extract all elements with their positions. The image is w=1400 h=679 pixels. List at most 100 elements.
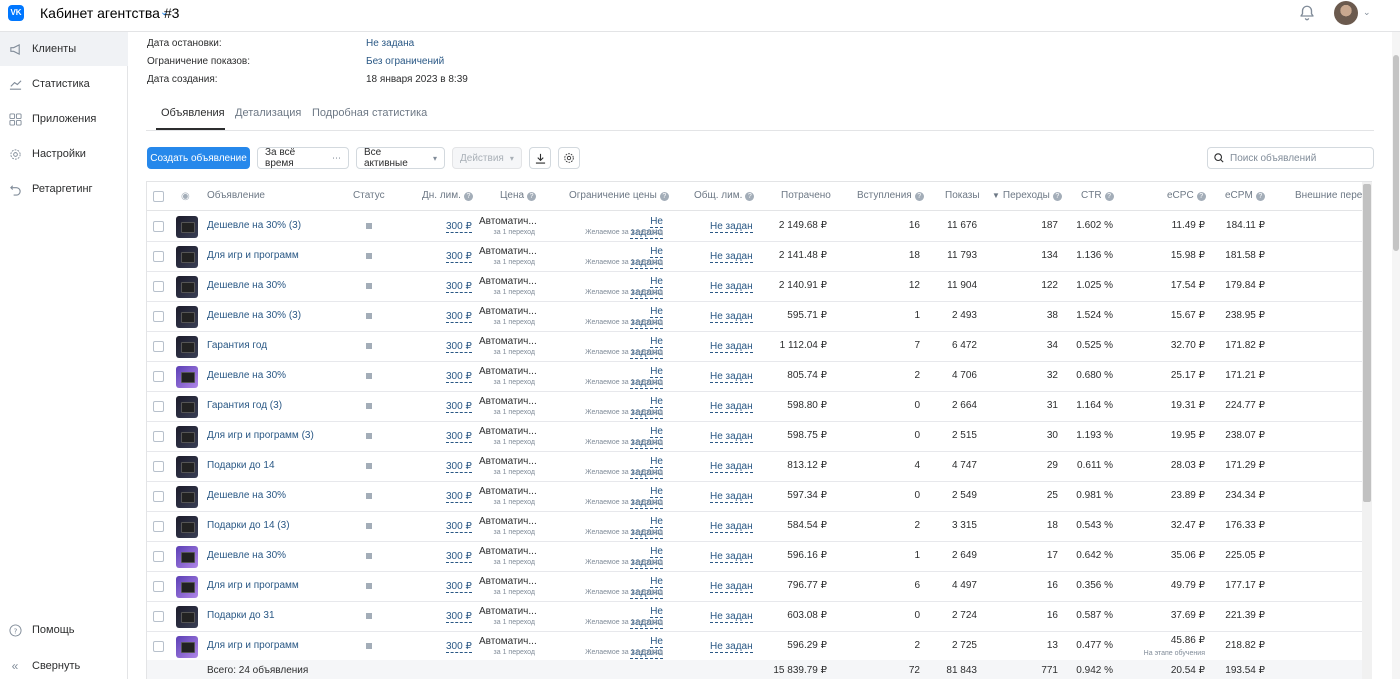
select-all-checkbox[interactable] [153, 191, 164, 202]
ad-thumbnail[interactable] [176, 396, 198, 418]
price-value[interactable]: Автоматич... [479, 636, 537, 647]
download-button[interactable] [529, 147, 551, 169]
status-indicator[interactable] [366, 553, 372, 559]
ad-name-link[interactable]: Дешевле на 30% [207, 370, 286, 381]
ad-name-link[interactable]: Дешевле на 30% (3) [207, 310, 301, 321]
day-limit-link[interactable]: 300 ₽ [446, 611, 472, 623]
ad-thumbnail[interactable] [176, 576, 198, 598]
status-indicator[interactable] [366, 433, 372, 439]
price-value[interactable]: Автоматич... [479, 366, 537, 377]
col-price-limit[interactable]: Ограничение цены? [569, 190, 669, 201]
col-ctr[interactable]: CTR? [1081, 190, 1114, 201]
eye-icon[interactable]: ◉ [181, 191, 190, 202]
help-icon[interactable]: ? [1104, 192, 1114, 201]
sidebar-item-apps[interactable]: Приложения [0, 102, 128, 136]
col-impressions[interactable]: Показы [945, 190, 980, 201]
day-limit-link[interactable]: 300 ₽ [446, 221, 472, 233]
row-checkbox[interactable] [153, 491, 164, 502]
ad-name-link[interactable]: Для игр и программ [207, 640, 299, 651]
ad-thumbnail[interactable] [176, 516, 198, 538]
settings-button[interactable] [558, 147, 580, 169]
search-input[interactable] [1230, 152, 1370, 164]
table-row[interactable]: Дешевле на 30% 300 ₽ Автоматич... за 1 пере… [147, 482, 1372, 512]
row-checkbox[interactable] [153, 461, 164, 472]
status-indicator[interactable] [366, 613, 372, 619]
table-row[interactable]: Подарки до 14 (3) 300 ₽ Автоматич... за 1 п… [147, 512, 1372, 542]
table-row[interactable]: Гарантия год (3) 300 ₽ Автоматич... за 1 пе… [147, 392, 1372, 422]
period-select[interactable]: За всё время ⋯ [257, 147, 349, 169]
price-value[interactable]: Автоматич... [479, 456, 537, 467]
ad-thumbnail[interactable] [176, 486, 198, 508]
price-value[interactable]: Автоматич... [479, 426, 537, 437]
col-spent[interactable]: Потрачено [781, 190, 831, 201]
ad-thumbnail[interactable] [176, 546, 198, 568]
ad-thumbnail[interactable] [176, 456, 198, 478]
help-icon[interactable]: ? [527, 192, 537, 201]
row-checkbox[interactable] [153, 431, 164, 442]
sidebar-item-retargeting[interactable]: Ретаргетинг [0, 172, 128, 206]
status-indicator[interactable] [366, 463, 372, 469]
ad-thumbnail[interactable] [176, 606, 198, 628]
day-limit-link[interactable]: 300 ₽ [446, 311, 472, 323]
col-ad[interactable]: Объявление [207, 190, 265, 201]
ad-thumbnail[interactable] [176, 336, 198, 358]
table-scrollbar-thumb[interactable] [1363, 184, 1371, 502]
row-checkbox[interactable] [153, 581, 164, 592]
table-row[interactable]: Дешевле на 30% (3) 300 ₽ Автоматич... за 1 … [147, 212, 1372, 242]
day-limit-link[interactable]: 300 ₽ [446, 551, 472, 563]
tab-details[interactable]: Детализация [235, 107, 301, 119]
sidebar-item-statistics[interactable]: Статистика [0, 67, 128, 101]
ad-name-link[interactable]: Гарантия год [207, 340, 267, 351]
day-limit-link[interactable]: 300 ₽ [446, 581, 472, 593]
cabinet-title[interactable]: Кабинет агентства #3 [40, 5, 179, 21]
ad-name-link[interactable]: Для игр и программ [207, 580, 299, 591]
ad-name-link[interactable]: Дешевле на 30% [207, 550, 286, 561]
ad-thumbnail[interactable] [176, 246, 198, 268]
status-indicator[interactable] [366, 283, 372, 289]
row-checkbox[interactable] [153, 641, 164, 652]
tab-ads[interactable]: Объявления [161, 107, 225, 119]
sidebar-item-help[interactable]: ? Помощь [0, 613, 128, 647]
col-daylim[interactable]: Дн. лим.? [422, 190, 473, 201]
ad-name-link[interactable]: Дешевле на 30% [207, 280, 286, 291]
create-ad-button[interactable]: Создать объявление [147, 147, 250, 169]
status-indicator[interactable] [366, 373, 372, 379]
sidebar-item-settings[interactable]: Настройки [0, 137, 128, 171]
price-value[interactable]: Автоматич... [479, 276, 537, 287]
day-limit-link[interactable]: 300 ₽ [446, 401, 472, 413]
impressions-limit-value[interactable]: Без ограничений [366, 56, 444, 67]
price-value[interactable]: Автоматич... [479, 216, 537, 227]
ad-thumbnail[interactable] [176, 216, 198, 238]
col-ecpc[interactable]: eCPC? [1167, 190, 1206, 201]
table-row[interactable]: Для игр и программ 300 ₽ Автоматич... за 1 … [147, 572, 1372, 602]
status-indicator[interactable] [366, 223, 372, 229]
row-checkbox[interactable] [153, 551, 164, 562]
day-limit-link[interactable]: 300 ₽ [446, 281, 472, 293]
col-total-limit[interactable]: Общ. лим.? [694, 190, 755, 201]
status-indicator[interactable] [366, 523, 372, 529]
stop-date-value[interactable]: Не задана [366, 38, 414, 49]
status-indicator[interactable] [366, 643, 372, 649]
ad-thumbnail[interactable] [176, 426, 198, 448]
help-icon[interactable]: ? [659, 192, 669, 201]
bell-icon[interactable] [1298, 4, 1316, 22]
col-joins[interactable]: Вступления? [857, 190, 924, 201]
row-checkbox[interactable] [153, 401, 164, 412]
price-value[interactable]: Автоматич... [479, 576, 537, 587]
day-limit-link[interactable]: 300 ₽ [446, 251, 472, 263]
status-indicator[interactable] [366, 343, 372, 349]
col-status[interactable]: Статус [353, 190, 385, 201]
status-indicator[interactable] [366, 313, 372, 319]
ad-thumbnail[interactable] [176, 276, 198, 298]
col-clicks[interactable]: ▼ Переходы? [992, 190, 1062, 201]
row-checkbox[interactable] [153, 311, 164, 322]
ad-name-link[interactable]: Гарантия год (3) [207, 400, 282, 411]
ad-name-link[interactable]: Подарки до 14 [207, 460, 275, 471]
price-value[interactable]: Автоматич... [479, 246, 537, 257]
ad-name-link[interactable]: Подарки до 31 [207, 610, 275, 621]
price-value[interactable]: Автоматич... [479, 336, 537, 347]
price-value[interactable]: Автоматич... [479, 546, 537, 557]
price-value[interactable]: Автоматич... [479, 306, 537, 317]
status-indicator[interactable] [366, 403, 372, 409]
page-scrollbar-thumb[interactable] [1393, 55, 1399, 251]
